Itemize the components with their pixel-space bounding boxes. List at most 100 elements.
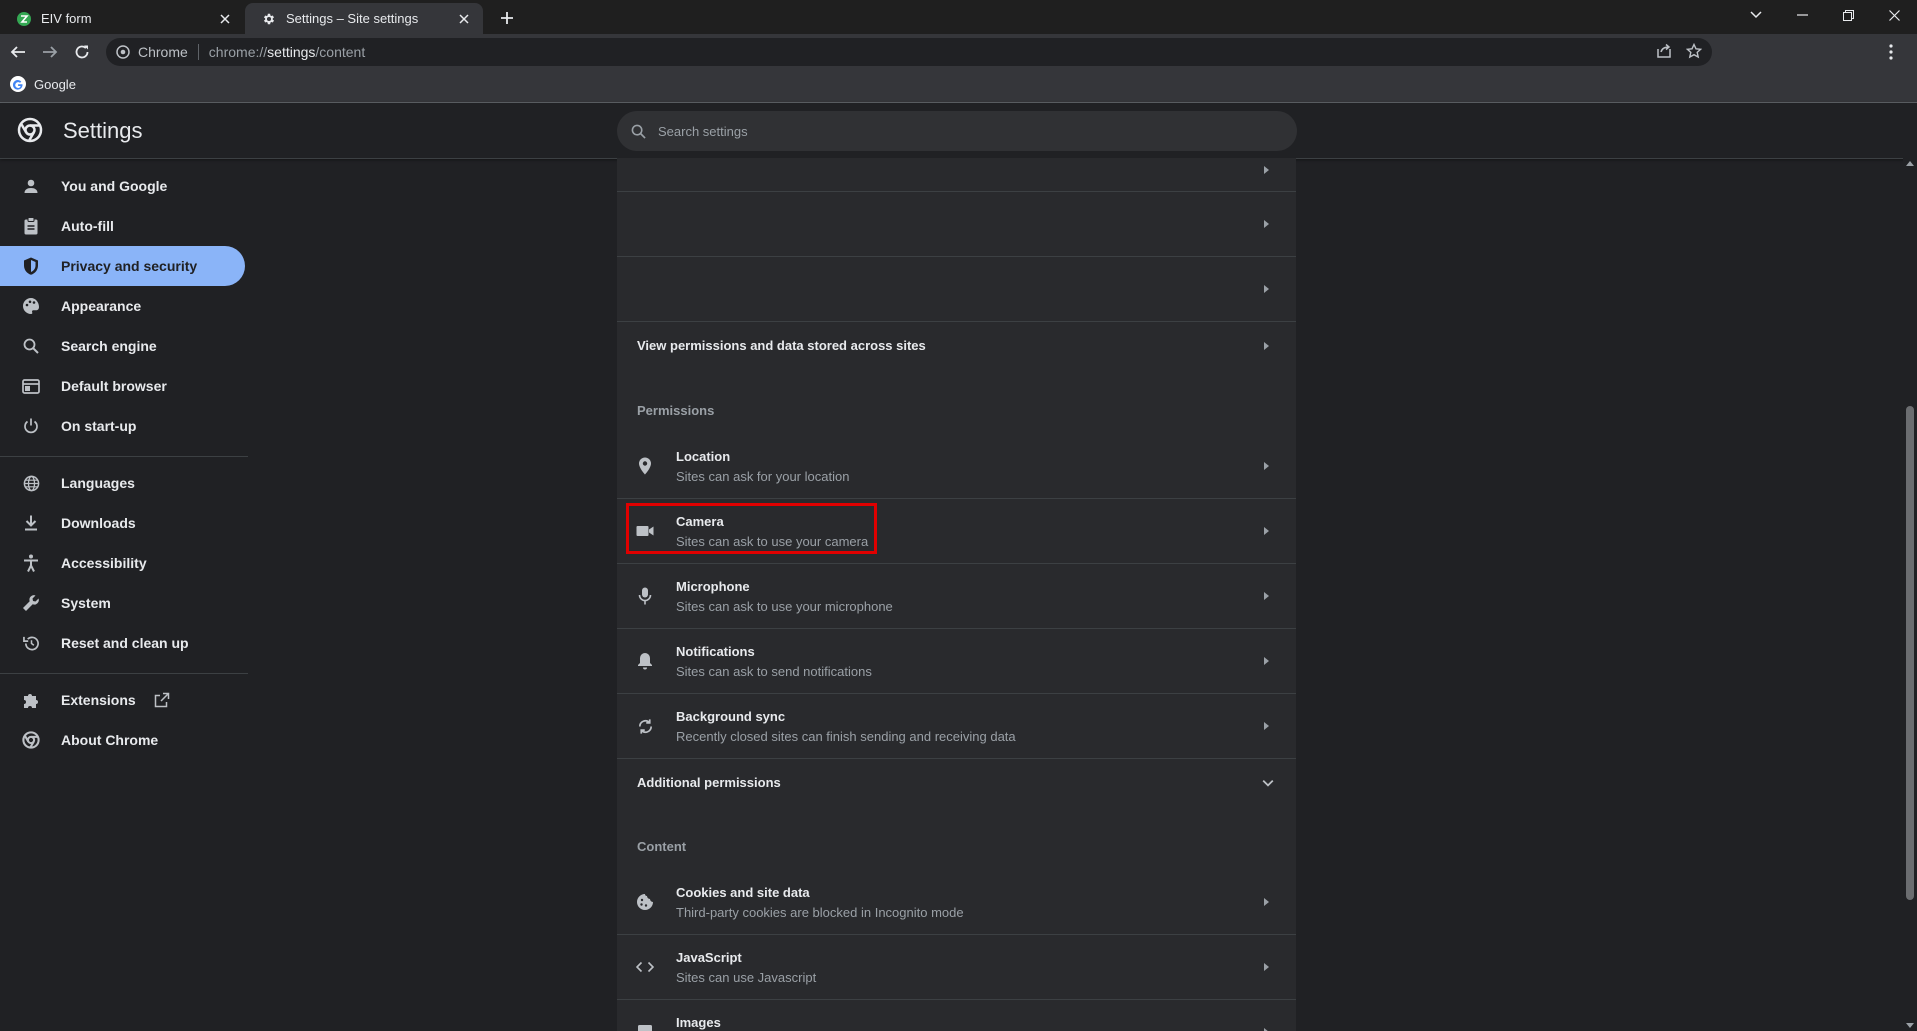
sidebar-item-reset-and-clean-up[interactable]: Reset and clean up: [0, 623, 245, 663]
sidebar-item-on-start-up[interactable]: On start-up: [0, 406, 245, 446]
palette-icon: [21, 296, 41, 316]
permission-subtitle: Sites can ask for your location: [676, 469, 850, 484]
scroll-down-arrow-icon[interactable]: [1906, 1023, 1914, 1028]
sidebar-item-label: System: [61, 595, 111, 611]
restore-button[interactable]: [1825, 0, 1871, 30]
content-row-images[interactable]: Images: [617, 1000, 1296, 1031]
new-tab-button[interactable]: [496, 7, 518, 29]
sidebar-item-privacy-and-security[interactable]: Privacy and security: [0, 246, 245, 286]
scrollbar-thumb[interactable]: [1906, 406, 1914, 900]
permission-row-camera[interactable]: Camera Sites can ask to use your camera: [617, 499, 1296, 564]
close-icon[interactable]: [216, 10, 234, 28]
sidebar-divider: [0, 456, 248, 457]
forward-button[interactable]: [38, 40, 62, 64]
arrow-right-icon: [1264, 285, 1269, 293]
sidebar-item-label: About Chrome: [61, 732, 159, 748]
sidebar-item-label: Auto-fill: [61, 218, 114, 234]
browser-icon: [21, 376, 41, 396]
search-settings-input[interactable]: Search settings: [617, 111, 1297, 151]
bookmark-star-icon[interactable]: [1686, 43, 1702, 59]
tab-title: EIV form: [41, 11, 92, 26]
sidebar-item-label: Default browser: [61, 378, 167, 394]
sidebar-divider: [0, 673, 248, 674]
content-subtitle: Sites can use Javascript: [676, 970, 817, 985]
sidebar-item-languages[interactable]: Languages: [0, 463, 245, 503]
list-item[interactable]: [617, 158, 1296, 192]
permission-row-microphone[interactable]: Microphone Sites can ask to use your mic…: [617, 564, 1296, 629]
content-row-javascript[interactable]: JavaScript Sites can use Javascript: [617, 935, 1296, 1000]
sidebar-item-label: Extensions: [61, 692, 136, 708]
arrow-right-icon: [1264, 527, 1269, 535]
sidebar-item-search-engine[interactable]: Search engine: [0, 326, 245, 366]
chrome-icon: [21, 730, 41, 750]
list-item[interactable]: [617, 192, 1296, 257]
globe-icon: [21, 473, 41, 493]
code-icon: [635, 957, 655, 977]
permission-title: Notifications: [676, 644, 755, 659]
site-chip-label: Chrome: [138, 44, 188, 60]
scroll-up-arrow-icon[interactable]: [1906, 161, 1914, 166]
url-host: settings: [267, 44, 316, 60]
address-bar[interactable]: Chrome chrome://settings/content: [106, 38, 1712, 66]
arrow-right-icon: [1264, 165, 1269, 174]
tab-eiv-form[interactable]: EIV form: [0, 3, 244, 34]
minimize-button[interactable]: [1779, 0, 1825, 30]
arrow-right-icon: [1264, 342, 1269, 350]
content-row-cookies[interactable]: Cookies and site data Third-party cookie…: [617, 870, 1296, 935]
external-link-icon: [154, 692, 170, 708]
url-path: /content: [315, 44, 366, 60]
sidebar-item-about-chrome[interactable]: About Chrome: [0, 720, 245, 760]
sidebar-item-label: You and Google: [61, 178, 168, 194]
additional-permissions-label: Additional permissions: [637, 775, 781, 790]
arrow-right-icon: [1264, 722, 1269, 730]
arrow-right-icon: [1264, 657, 1269, 665]
site-info-chip[interactable]: Chrome: [106, 44, 188, 60]
gear-icon: [261, 11, 277, 27]
content-subtitle: Third-party cookies are blocked in Incog…: [676, 905, 964, 920]
view-permissions-row[interactable]: View permissions and data stored across …: [617, 322, 1296, 370]
permission-title: Microphone: [676, 579, 750, 594]
close-window-button[interactable]: [1871, 0, 1917, 30]
sidebar-item-extensions[interactable]: Extensions: [0, 680, 245, 720]
permission-row-location[interactable]: Location Sites can ask for your location: [617, 434, 1296, 499]
content-heading: Content: [637, 839, 687, 854]
puzzle-icon: [21, 690, 41, 710]
arrow-right-icon: [1264, 898, 1269, 906]
search-icon: [21, 336, 41, 356]
permission-subtitle: Recently closed sites can finish sending…: [676, 729, 1016, 744]
sidebar-item-downloads[interactable]: Downloads: [0, 503, 245, 543]
microphone-icon: [635, 586, 655, 606]
reload-button[interactable]: [70, 40, 94, 64]
close-icon[interactable]: [455, 10, 473, 28]
page-scrollbar[interactable]: [1903, 158, 1917, 1031]
arrow-right-icon: [1264, 963, 1269, 971]
list-item[interactable]: [617, 257, 1296, 322]
chrome-logo-icon: [17, 117, 45, 145]
reset-icon: [21, 633, 41, 653]
back-button[interactable]: [6, 40, 30, 64]
content-title: Cookies and site data: [676, 885, 810, 900]
permission-title: Background sync: [676, 709, 786, 724]
sidebar-item-auto-fill[interactable]: Auto-fill: [0, 206, 245, 246]
bookmark-google[interactable]: Google: [10, 76, 76, 92]
eiv-form-icon: [16, 11, 32, 27]
sidebar-item-label: Privacy and security: [61, 258, 198, 274]
tab-site-settings[interactable]: Settings – Site settings: [245, 3, 483, 34]
permission-subtitle: Sites can ask to use your microphone: [676, 599, 893, 614]
permission-subtitle: Sites can ask to send notifications: [676, 664, 872, 679]
sidebar-item-you-and-google[interactable]: You and Google: [0, 166, 245, 206]
sidebar-item-system[interactable]: System: [0, 583, 245, 623]
location-pin-icon: [635, 456, 655, 476]
search-placeholder: Search settings: [658, 123, 748, 139]
additional-permissions-expander[interactable]: Additional permissions: [617, 759, 1296, 807]
share-icon[interactable]: [1656, 43, 1672, 59]
sidebar-item-accessibility[interactable]: Accessibility: [0, 543, 245, 583]
bookmarks-bar: Google: [0, 70, 1917, 103]
permission-row-background-sync[interactable]: Background sync Recently closed sites ca…: [617, 694, 1296, 759]
accessibility-icon: [21, 553, 41, 573]
sidebar-item-default-browser[interactable]: Default browser: [0, 366, 245, 406]
sidebar-item-appearance[interactable]: Appearance: [0, 286, 245, 326]
chrome-menu-button[interactable]: [1879, 40, 1903, 64]
permission-row-notifications[interactable]: Notifications Sites can ask to send noti…: [617, 629, 1296, 694]
tab-search-button[interactable]: [1733, 0, 1779, 30]
